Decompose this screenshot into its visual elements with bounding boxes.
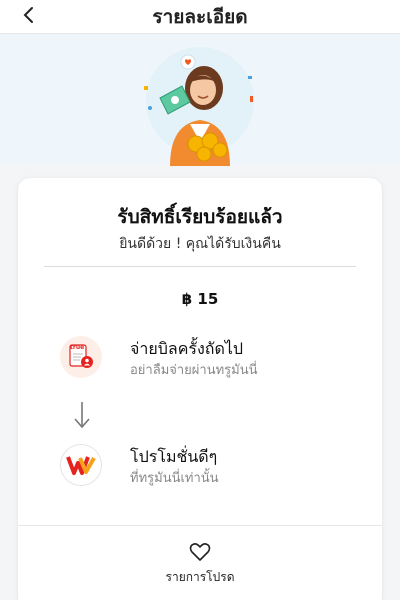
- page-title: รายละเอียด: [152, 6, 248, 28]
- divider: [44, 266, 356, 267]
- truemoney-logo-icon: [60, 444, 102, 486]
- bill-icon: true: [60, 336, 102, 378]
- favorite-button[interactable]: รายการโปรด: [18, 542, 382, 587]
- reward-subtitle: ยินดีด้วย ! คุณได้รับเงินคืน: [119, 236, 281, 252]
- heart-icon: [189, 543, 211, 561]
- step-promotion: โปรโมชั่นดีๆ ที่ทรูมันนี่เท่านั้น: [60, 444, 360, 490]
- reward-card: รับสิทธิ์เรียบร้อยแล้ว ยินดีด้วย ! คุณได…: [18, 178, 382, 600]
- favorite-label: รายการโปรด: [165, 570, 235, 584]
- step-desc: ที่ทรูมันนี่เท่านั้น: [130, 471, 219, 486]
- footer-divider: [18, 525, 382, 526]
- cashback-amount: ฿ 15: [181, 290, 219, 308]
- step-pay-bill: true จ่ายบิลครั้งถัดไป อย่าลืมจ่ายผ่านทร…: [60, 336, 360, 382]
- step-desc: อย่าลืมจ่ายผ่านทรูมันนี่: [130, 363, 258, 378]
- woman-with-coins-icon: [144, 47, 254, 166]
- bill-icon-brand-text: true: [70, 344, 85, 351]
- hero-illustration: [0, 34, 400, 166]
- reward-title: รับสิทธิ์เรียบร้อยแล้ว: [117, 206, 283, 228]
- arrow-down-icon: [74, 402, 90, 429]
- top-bar: รายละเอียด: [0, 0, 400, 34]
